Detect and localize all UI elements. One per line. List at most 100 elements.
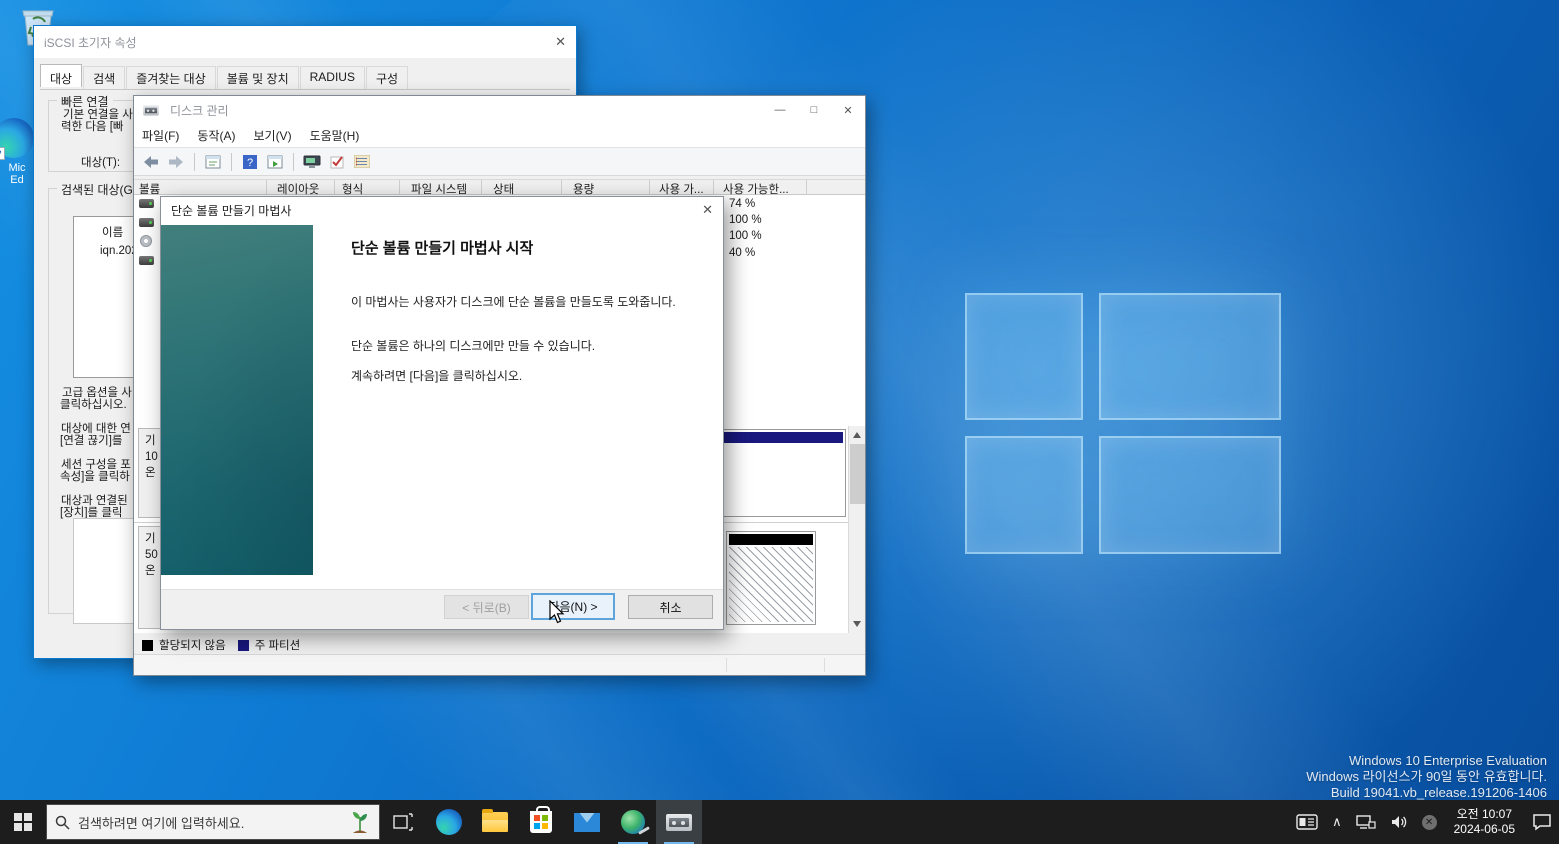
disk-management-taskbar-icon[interactable] [656, 800, 702, 844]
scroll-up-icon[interactable] [853, 432, 861, 438]
mouse-cursor [549, 600, 567, 624]
cancel-button[interactable]: 취소 [628, 595, 713, 619]
scroll-thumb[interactable] [850, 444, 865, 504]
maximize-icon[interactable]: □ [797, 96, 831, 124]
menu-file[interactable]: 파일(F) [142, 127, 179, 144]
microsoft-store-icon[interactable] [518, 800, 564, 844]
mail-icon[interactable] [564, 800, 610, 844]
unallocated-bar [729, 534, 813, 545]
windows-logo-wallpaper [965, 293, 1285, 558]
tab-radius[interactable]: RADIUS [300, 66, 365, 89]
hint-disconnect-2: [연결 끊기]를 [60, 432, 123, 448]
quick-connect-text-2: 력한 다음 [빠 [61, 118, 124, 134]
percent-free-value: 100 % [729, 214, 762, 226]
back-icon[interactable] [142, 154, 160, 170]
close-icon[interactable]: ✕ [555, 34, 566, 50]
wizard-banner-panel [161, 225, 313, 575]
tab-configuration[interactable]: 구성 [366, 66, 408, 89]
target-field-label: 대상(T): [81, 154, 120, 170]
search-input[interactable]: 검색하려면 여기에 입력하세요. [46, 804, 380, 840]
search-highlight-sprout-icon [349, 809, 371, 835]
list-header-name: 이름 [102, 224, 123, 240]
status-bar [134, 654, 865, 675]
tab-volumes-devices[interactable]: 볼륨 및 장치 [217, 66, 299, 89]
volume-icon[interactable] [1383, 800, 1415, 844]
next-button[interactable]: 다음(N) > [531, 593, 615, 620]
iscsi-window-title: iSCSI 초기자 속성 [34, 34, 137, 51]
percent-free-value: 74 % [729, 198, 755, 210]
wizard-paragraph-1: 이 마법사는 사용자가 디스크에 단순 볼륨을 만들도록 도와줍니다. [351, 294, 713, 310]
menu-action[interactable]: 동작(A) [197, 127, 235, 144]
back-button[interactable]: < 뒤로(B) [444, 595, 529, 619]
wizard-paragraph-3: 계속하려면 [다음]을 클릭하십시오. [351, 368, 713, 384]
check-task-icon[interactable] [328, 154, 346, 170]
wizard-button-row: < 뒤로(B) 다음(N) > 취소 [161, 589, 723, 629]
new-simple-volume-wizard: 단순 볼륨 만들기 마법사 ✕ 단순 볼륨 만들기 마법사 시작 이 마법사는 … [160, 196, 724, 630]
unallocated-hatch [729, 547, 813, 622]
disk-management-app-icon [143, 105, 159, 115]
ime-panel-icon[interactable] [1289, 800, 1325, 844]
start-button[interactable] [0, 800, 46, 844]
wizard-paragraph-2: 단순 볼륨은 하나의 디스크에만 만들 수 있습니다. [351, 338, 713, 354]
diskmgmt-titlebar[interactable]: 디스크 관리 — □ ✕ [134, 96, 865, 124]
diskmgmt-menubar: 파일(F) 동작(A) 보기(V) 도움말(H) [134, 124, 865, 148]
search-placeholder: 검색하려면 여기에 입력하세요. [78, 813, 341, 832]
iscsi-initiator-taskbar-icon[interactable] [610, 800, 656, 844]
watermark-line-2: Windows 라이선스가 90일 동안 유효합니다. [1306, 769, 1547, 785]
envelope-icon [574, 813, 600, 832]
watermark-line-3: Build 19041.vb_release.191206-1406 [1306, 785, 1547, 800]
list-view-icon[interactable] [353, 154, 371, 170]
clock-date: 2024-06-05 [1454, 822, 1515, 837]
status-error-icon[interactable]: ✕ [1415, 800, 1444, 844]
edge-taskbar-icon[interactable] [426, 800, 472, 844]
search-icon [55, 815, 70, 830]
forward-icon[interactable] [167, 154, 185, 170]
taskbar: 검색하려면 여기에 입력하세요. ∧ ✕ 오전 10:07 2024-06-05 [0, 800, 1559, 844]
minimize-icon[interactable]: — [763, 96, 797, 124]
legend-primary-label: 주 파티션 [255, 637, 301, 653]
network-icon[interactable] [1349, 800, 1383, 844]
volume-list-header: 볼륨 레이아웃 형식 파일 시스템 상태 용량 사용 가... 사용 가능한..… [134, 179, 865, 195]
folder-icon [482, 812, 508, 832]
watermark-line-1: Windows 10 Enterprise Evaluation [1306, 753, 1547, 769]
show-hidden-icons-chevron[interactable]: ∧ [1325, 800, 1349, 844]
primary-partition-swatch [238, 640, 249, 651]
unallocated-space-block[interactable] [726, 531, 816, 625]
evaluation-watermark: Windows 10 Enterprise Evaluation Windows… [1306, 753, 1547, 800]
cd-rom-row-icon [140, 235, 152, 247]
scroll-down-icon[interactable] [853, 621, 861, 627]
menu-help[interactable]: 도움말(H) [310, 127, 360, 144]
properties-icon[interactable] [204, 154, 222, 170]
legend-unallocated-label: 할당되지 않음 [159, 637, 226, 653]
vertical-scrollbar[interactable] [848, 426, 865, 633]
percent-free-value: 100 % [729, 230, 762, 242]
volume-row-icon [139, 218, 154, 227]
action-center-icon[interactable] [1525, 800, 1559, 844]
tab-targets[interactable]: 대상 [40, 64, 82, 87]
clock[interactable]: 오전 10:07 2024-06-05 [1444, 807, 1525, 837]
view-icon[interactable] [266, 154, 284, 170]
task-view-button[interactable] [380, 800, 426, 844]
tab-favorite-targets[interactable]: 즐겨찾는 대상 [126, 66, 216, 89]
diskmgmt-window-title: 디스크 관리 [164, 102, 229, 119]
volume-row-icon [139, 256, 154, 265]
iscsi-titlebar[interactable]: iSCSI 초기자 속성 ✕ [34, 26, 576, 58]
svg-text:?: ? [247, 157, 253, 169]
console-icon[interactable] [303, 154, 321, 170]
tab-discovery[interactable]: 검색 [83, 66, 125, 89]
help-icon[interactable]: ? [241, 154, 259, 170]
close-icon[interactable]: ✕ [831, 96, 865, 124]
menu-view[interactable]: 보기(V) [253, 127, 291, 144]
wizard-titlebar[interactable]: 단순 볼륨 만들기 마법사 ✕ [161, 197, 723, 223]
unallocated-swatch [142, 640, 153, 651]
discovered-targets-label: 검색된 대상(G [57, 181, 137, 198]
store-bag-icon [530, 811, 552, 833]
system-tray: ∧ ✕ 오전 10:07 2024-06-05 [1289, 800, 1559, 844]
iscsi-tab-strip: 대상 검색 즐겨찾는 대상 볼륨 및 장치 RADIUS 구성 [40, 66, 409, 89]
wizard-heading: 단순 볼륨 만들기 마법사 시작 [351, 237, 533, 258]
shortcut-arrow-icon: ↗ [0, 147, 5, 160]
file-explorer-icon[interactable] [472, 800, 518, 844]
globe-cable-icon [621, 810, 645, 834]
diskmgmt-toolbar: ? [134, 148, 865, 176]
close-icon[interactable]: ✕ [702, 202, 713, 218]
